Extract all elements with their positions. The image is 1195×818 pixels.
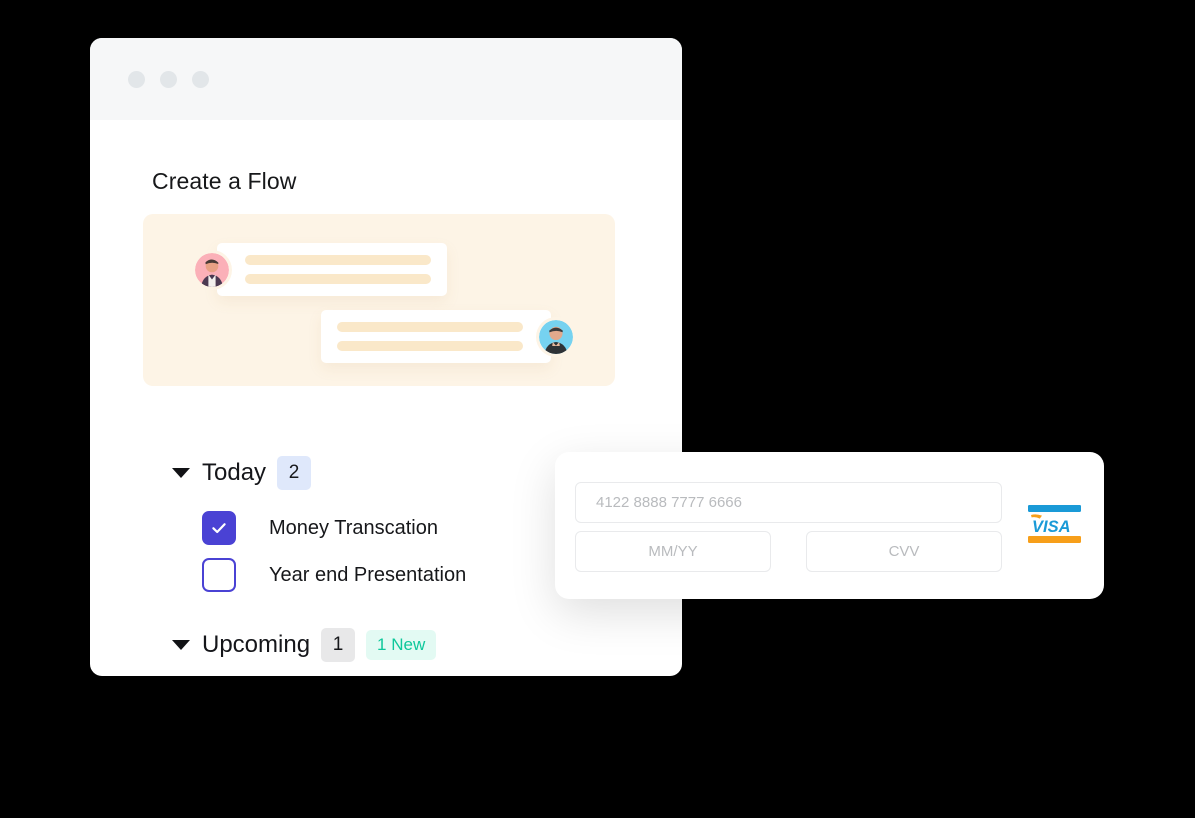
task-group-header-upcoming[interactable]: Upcoming 1 1 New (172, 628, 437, 662)
task-checkbox-unchecked[interactable] (202, 558, 236, 592)
task-label: Year end Presentation (269, 563, 467, 586)
chat-bubble-incoming (217, 243, 447, 296)
new-items-badge: 1 New (366, 630, 437, 660)
payment-fields-group: 4122 8888 7777 6666 MM/YY CVV (575, 482, 1002, 572)
chat-text-line (337, 341, 523, 351)
card-number-input[interactable]: 4122 8888 7777 6666 (575, 482, 1002, 523)
task-row-money-transcation[interactable]: Money Transcation (202, 511, 438, 545)
task-checkbox-checked[interactable] (202, 511, 236, 545)
card-expiry-input[interactable]: MM/YY (575, 531, 771, 572)
chat-text-line (337, 322, 523, 332)
task-group-header-today[interactable]: Today 2 (172, 456, 312, 490)
card-cvv-input[interactable]: CVV (806, 531, 1002, 572)
chat-text-line (245, 274, 431, 284)
task-group-label: Upcoming (202, 631, 311, 658)
chat-message-incoming (195, 243, 447, 296)
task-group-count-badge: 2 (277, 456, 312, 490)
task-label: Money Transcation (269, 516, 438, 539)
check-icon (212, 523, 226, 534)
chevron-down-icon[interactable] (172, 468, 190, 478)
task-group-count-badge: 1 (321, 628, 356, 662)
window-dot-minimize-icon[interactable] (160, 70, 177, 88)
window-titlebar (90, 38, 682, 120)
chat-preview-card (143, 214, 615, 386)
window-dot-close-icon[interactable] (128, 70, 145, 88)
chat-text-line (245, 255, 431, 265)
window-dot-maximize-icon[interactable] (192, 70, 209, 88)
task-row-year-end-presentation[interactable]: Year end Presentation (202, 558, 466, 592)
avatar-person-blue (539, 319, 573, 354)
screenshot-stage: Create a Flow Today 2 Money Transcation … (0, 0, 1195, 818)
chat-bubble-outgoing (321, 310, 551, 363)
svg-text:VISA: VISA (1032, 518, 1071, 536)
page-title: Create a Flow (152, 168, 297, 194)
task-group-label: Today (202, 459, 267, 486)
payment-card-panel: 4122 8888 7777 6666 MM/YY CVV VISA (555, 452, 1104, 599)
payment-row-expiry-cvv: MM/YY CVV (575, 531, 1002, 572)
visa-card-brand-icon: VISA (1026, 502, 1083, 546)
chat-message-outgoing (321, 310, 573, 363)
chevron-down-icon[interactable] (172, 640, 190, 650)
avatar-person-pink (195, 252, 229, 287)
